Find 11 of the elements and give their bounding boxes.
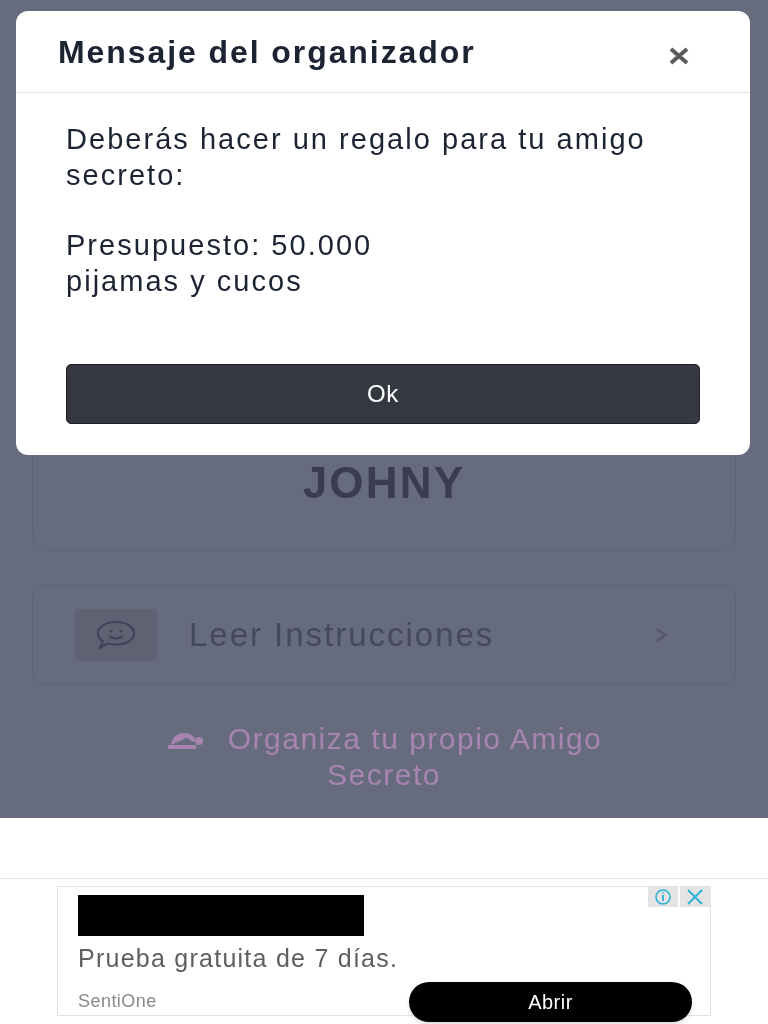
ad-text: Prueba gratuita de 7 días. — [78, 943, 400, 974]
chat-icon — [75, 609, 157, 661]
open-button[interactable]: Abrir — [409, 981, 692, 1022]
advertiser-name: SentiOne — [78, 990, 157, 1013]
close-button[interactable] — [668, 46, 690, 65]
close-icon[interactable] — [680, 887, 710, 907]
ok-button[interactable]: Ok — [66, 364, 700, 424]
dialog-title: Mensaje del organizador — [58, 32, 476, 72]
message-text: Presupuesto: 50.000 pijamas y cucos — [66, 228, 374, 299]
message-text: Deberás hacer un regalo para tu amigo secreto: — [66, 122, 646, 193]
info-icon[interactable] — [648, 887, 678, 907]
